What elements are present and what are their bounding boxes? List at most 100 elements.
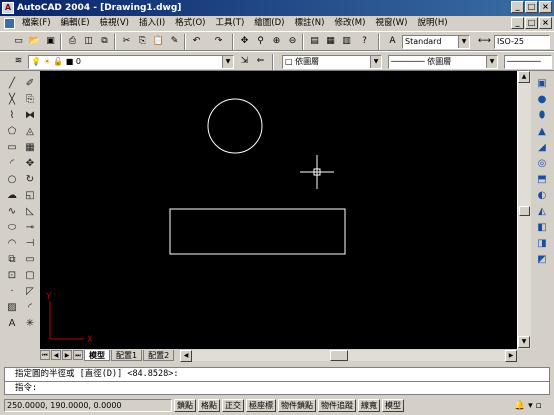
circle-icon[interactable]: ○ (5, 173, 19, 187)
menu-draw[interactable]: 繪圖(D) (249, 16, 289, 30)
setup-drawing-icon[interactable]: ◩ (535, 253, 549, 267)
model-toggle[interactable]: 模型 (382, 399, 404, 412)
scale-icon[interactable]: ◱ (23, 189, 37, 203)
design-center-icon[interactable]: ▦ (324, 35, 337, 48)
redo-icon[interactable]: ↷ (212, 35, 225, 48)
line-icon[interactable]: ╱ (5, 77, 19, 91)
break-at-point-icon[interactable]: ▢ (23, 269, 37, 283)
match-properties-icon[interactable]: ✎ (168, 35, 181, 48)
rotate-icon[interactable]: ↻ (23, 173, 37, 187)
dim-style-select[interactable]: ISO-25 (494, 35, 550, 49)
lineweight-select[interactable]: ─────── (504, 55, 552, 69)
help-icon[interactable]: ? (358, 35, 371, 48)
undo-icon[interactable]: ↶ (190, 35, 203, 48)
insert-block-icon[interactable]: ⧉ (5, 253, 19, 267)
rectangle-icon[interactable]: ▭ (5, 141, 19, 155)
point-icon[interactable]: · (5, 285, 19, 299)
drawn-circle[interactable] (207, 98, 263, 154)
make-block-icon[interactable]: ⊡ (5, 269, 19, 283)
menu-file[interactable]: 檔案(F) (17, 16, 56, 30)
menu-format[interactable]: 格式(O) (170, 16, 210, 30)
grid-toggle[interactable]: 格點 (198, 399, 220, 412)
polyline-icon[interactable]: ⌇ (5, 109, 19, 123)
section-icon[interactable]: ◧ (535, 221, 549, 235)
snap-toggle[interactable]: 鎖點 (174, 399, 196, 412)
cone-icon[interactable]: ▲ (535, 125, 549, 139)
sphere-icon[interactable]: ● (535, 93, 549, 107)
torus-icon[interactable]: ◎ (535, 157, 549, 171)
cut-icon[interactable]: ✂ (120, 35, 133, 48)
pan-icon[interactable]: ✥ (238, 35, 251, 48)
command-prompt[interactable]: 指令: (5, 381, 549, 394)
menu-modify[interactable]: 修改(M) (329, 16, 370, 30)
cylinder-icon[interactable]: ⬮ (535, 109, 549, 123)
tray-menu-icon[interactable]: ▾ (528, 401, 533, 411)
mirror-icon[interactable]: ⧓ (23, 109, 37, 123)
text-style-icon[interactable]: A (386, 35, 399, 48)
horizontal-scroll-thumb[interactable] (330, 350, 348, 361)
scroll-right-icon[interactable]: ▶ (505, 350, 517, 362)
hatch-icon[interactable]: ▨ (5, 301, 19, 315)
print-icon[interactable]: ⎙ (66, 35, 79, 48)
chamfer-icon[interactable]: ◸ (23, 285, 37, 299)
mtext-icon[interactable]: A (5, 317, 19, 331)
tab-layout1[interactable]: 配置1 (111, 349, 143, 361)
copy-object-icon[interactable]: ⎘ (23, 93, 37, 107)
ellipse-icon[interactable]: ⬭ (5, 221, 19, 235)
tab-layout2[interactable]: 配置2 (143, 349, 175, 361)
publish-icon[interactable]: ⧉ (98, 35, 111, 48)
menu-window[interactable]: 視窗(W) (370, 16, 412, 30)
polygon-icon[interactable]: ⬠ (5, 125, 19, 139)
menu-dimension[interactable]: 標註(N) (289, 16, 329, 30)
move-icon[interactable]: ✥ (23, 157, 37, 171)
vertical-scrollbar[interactable]: ▲ ▼ (517, 71, 531, 349)
trim-icon[interactable]: ⊸ (23, 221, 37, 235)
slice-icon[interactable]: ◭ (535, 205, 549, 219)
tool-palettes-icon[interactable]: ▥ (340, 35, 353, 48)
fillet-icon[interactable]: ◜ (23, 301, 37, 315)
properties-icon[interactable]: ▤ (308, 35, 321, 48)
array-icon[interactable]: ▦ (23, 141, 37, 155)
autocad-app-icon[interactable]: A (2, 2, 14, 14)
linetype-select[interactable]: ─────── 依圖層 ▼ (388, 55, 498, 69)
tab-model[interactable]: 模型 (84, 349, 110, 361)
scroll-up-icon[interactable]: ▲ (518, 71, 530, 83)
erase-icon[interactable]: ✐ (23, 77, 37, 91)
extend-icon[interactable]: ⊣ (23, 237, 37, 251)
extrude-icon[interactable]: ⬒ (535, 173, 549, 187)
revolve-icon[interactable]: ◐ (535, 189, 549, 203)
menu-view[interactable]: 檢視(V) (95, 16, 134, 30)
layer-previous-icon[interactable]: ⇐ (254, 55, 267, 68)
minimize-button[interactable]: _ (511, 1, 524, 13)
vertical-scroll-thumb[interactable] (519, 206, 530, 216)
next-tab-icon[interactable]: ▶ (62, 350, 72, 360)
doc-close-button[interactable]: × (539, 17, 552, 29)
ortho-toggle[interactable]: 正交 (222, 399, 244, 412)
drawing-canvas[interactable]: Y X (40, 71, 517, 349)
first-tab-icon[interactable]: ⏮ (40, 350, 50, 360)
copy-icon[interactable]: ⎘ (136, 35, 149, 48)
open-icon[interactable]: 📂 (28, 35, 41, 48)
revision-cloud-icon[interactable]: ☁ (5, 189, 19, 203)
otrack-toggle[interactable]: 物件追蹤 (318, 399, 356, 412)
prev-tab-icon[interactable]: ◀ (51, 350, 61, 360)
text-style-select[interactable]: Standard ▼ (402, 35, 470, 49)
scroll-left-icon[interactable]: ◀ (180, 350, 192, 362)
paste-icon[interactable]: 📋 (152, 35, 165, 48)
ellipse-arc-icon[interactable]: ◠ (5, 237, 19, 251)
command-window[interactable]: 指定圓的半徑或 [直徑(D)] <84.8528>: 指令: (4, 367, 550, 395)
doc-minimize-button[interactable]: _ (511, 17, 524, 29)
make-current-layer-icon[interactable]: ⇲ (238, 55, 251, 68)
last-tab-icon[interactable]: ⏭ (73, 350, 83, 360)
polar-toggle[interactable]: 極座標 (246, 399, 276, 412)
lineweight-toggle[interactable]: 線寬 (358, 399, 380, 412)
explode-icon[interactable]: ✳ (23, 317, 37, 331)
layer-manager-icon[interactable]: ≋ (12, 55, 25, 68)
box-icon[interactable]: ▣ (535, 77, 549, 91)
coordinate-display[interactable]: 250.0000, 190.0000, 0.0000 (4, 399, 172, 412)
offset-icon[interactable]: ◬ (23, 125, 37, 139)
menu-insert[interactable]: 插入(I) (134, 16, 170, 30)
menu-edit[interactable]: 編輯(E) (56, 16, 95, 30)
spline-icon[interactable]: ∿ (5, 205, 19, 219)
close-button[interactable]: × (539, 1, 552, 13)
